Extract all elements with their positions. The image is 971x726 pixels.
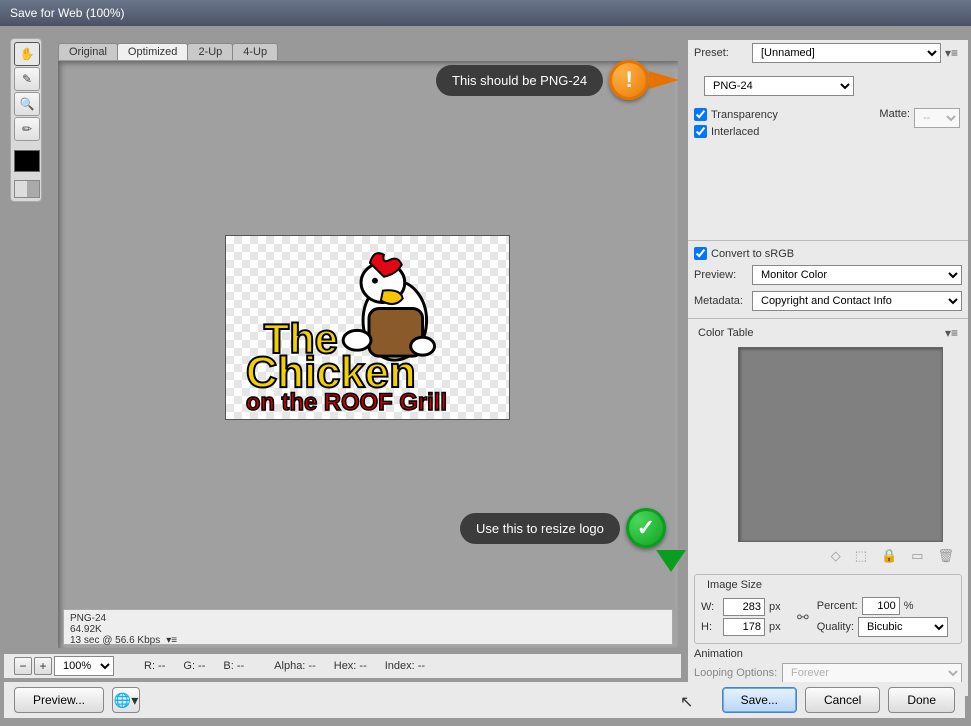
zoom-icon: 🔍 [20,97,35,111]
looping-select: Forever [782,663,962,683]
save-button[interactable]: Save... [722,687,797,713]
looping-label: Looping Options: [694,667,782,679]
slice-icon: ✎ [22,72,32,86]
preview-info: PNG-24 64.92K 13 sec @ 56.6 Kbps ▾≡ [63,609,673,645]
color-table-label: Color Table [698,327,753,339]
globe-icon: 🌐 [114,692,131,709]
window-titlebar: Save for Web (100%) [0,0,971,26]
metadata-label: Metadata: [694,295,752,307]
interlaced-check[interactable]: Interlaced [688,123,871,140]
preset-label: Preset: [694,47,752,59]
link-icon[interactable]: ⚯ [797,609,809,626]
index-value: Index: -- [385,660,425,672]
info-size: 64.92K [70,624,666,635]
g-value: G: -- [183,660,205,672]
tool-strip: ✋ ✎ 🔍 ✏ [10,38,42,202]
color-table[interactable] [738,347,943,542]
arrow-icon [649,71,679,89]
preset-menu-icon[interactable]: ▾≡ [941,46,962,60]
logo-preview: The Chicken on the ROOF Grill [225,235,510,420]
percent-label: Percent: [817,600,858,612]
zoom-tool[interactable]: 🔍 [14,92,40,116]
hex-value: Hex: -- [334,660,367,672]
width-input[interactable] [723,598,765,616]
color-readout: R: -- G: -- B: -- [144,660,244,672]
alpha-value: Alpha: -- [274,660,316,672]
preview-button[interactable]: Preview... [14,687,104,713]
ct-btn-new[interactable]: ▭ [911,548,923,564]
zoom-out-button[interactable]: − [14,657,32,675]
quality-select[interactable]: Bicubic [858,617,948,637]
percent-input[interactable] [862,597,900,615]
ct-btn-2[interactable]: ⬚ [855,548,867,564]
tab-original[interactable]: Original [58,43,118,60]
color-table-menu-icon[interactable]: ▾≡ [941,326,962,340]
preview-select[interactable]: Monitor Color [752,265,962,285]
slice-tool[interactable]: ✎ [14,67,40,91]
eyedropper-tool[interactable]: ✏ [14,117,40,141]
callout-resize-text: Use this to resize logo [460,513,620,544]
alert-icon: ! [609,60,649,100]
window-title: Save for Web (100%) [10,6,125,20]
image-size-group: Image Size W: px H: px ⚯ Percent: [694,574,962,644]
callout-resize: Use this to resize logo ✓ [460,508,666,548]
svg-text:on the ROOF Grill: on the ROOF Grill [246,388,447,415]
tab-2up[interactable]: 2-Up [187,43,233,60]
ct-btn-1[interactable]: ◇ [831,548,841,564]
tab-optimized[interactable]: Optimized [117,43,189,60]
trash-icon[interactable]: 🗑 [937,548,954,564]
transparency-check[interactable]: Transparency [688,106,871,123]
matte-label: Matte: [879,108,910,120]
b-value: B: -- [223,660,244,672]
animation-label: Animation [694,648,962,660]
status-bar: − + 100% R: -- G: -- B: -- Alpha: -- Hex… [4,654,681,678]
hand-tool[interactable]: ✋ [14,42,40,66]
quality-label: Quality: [817,621,854,633]
settings-panel: Preset: [Unnamed] ▾≡ PNG-24 Transparency… [688,40,968,696]
done-button[interactable]: Done [888,687,955,713]
callout-format: This should be PNG-24 ! [436,60,679,100]
preview-tabs: Original Optimized 2-Up 4-Up [58,43,277,60]
logo-image: The Chicken on the ROOF Grill [226,236,509,420]
h-label: H: [701,621,719,633]
r-value: R: -- [144,660,165,672]
hand-icon: ✋ [20,47,35,61]
arrow-down-icon [656,542,686,572]
info-timing: 13 sec @ 56.6 Kbps [70,635,160,646]
callout-format-text: This should be PNG-24 [436,65,603,96]
alpha-readout: Alpha: -- Hex: -- Index: -- [274,660,425,672]
height-input[interactable] [723,618,765,636]
preset-select[interactable]: [Unnamed] [752,43,941,63]
cancel-button[interactable]: Cancel [805,687,880,713]
info-format: PNG-24 [70,613,666,624]
color-table-toolbar: ◇ ⬚ 🔒 ▭ 🗑 [688,542,968,570]
zoom-in-button[interactable]: + [34,657,52,675]
info-menu-icon[interactable]: ▾≡ [166,635,177,646]
eyedropper-icon: ✏ [22,122,32,136]
lock-icon[interactable]: 🔒 [881,548,897,564]
foreground-swatch[interactable] [14,150,40,172]
zoom-select[interactable]: 100% [54,656,114,676]
dialog-buttons: Preview... 🌐▾ Save... Cancel Done [4,682,965,718]
browser-preview-button[interactable]: 🌐▾ [112,687,140,713]
w-label: W: [701,601,719,613]
image-size-label: Image Size [703,579,766,591]
tab-4up[interactable]: 4-Up [232,43,278,60]
matte-select: -- [914,108,960,128]
preview-label: Preview: [694,269,752,281]
slice-visibility-toggle[interactable] [14,180,40,198]
srgb-check[interactable]: Convert to sRGB [688,245,968,262]
format-select[interactable]: PNG-24 [704,76,854,96]
zoom-controls: − + 100% [14,656,114,676]
metadata-select[interactable]: Copyright and Contact Info [752,291,962,311]
